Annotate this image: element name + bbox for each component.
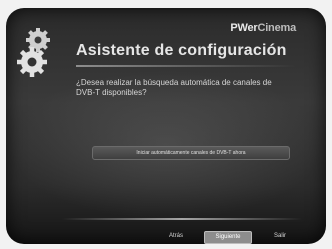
footer-divider <box>62 218 302 220</box>
back-button[interactable]: Atrás <box>156 231 196 242</box>
exit-button[interactable]: Salir <box>260 231 300 242</box>
gears-icon <box>17 28 50 77</box>
start-scan-button[interactable]: Iniciar automáticamente canales de DVB-T… <box>92 146 290 160</box>
brand-part1: PWer <box>230 22 258 34</box>
title-divider <box>76 65 296 67</box>
page-title: Asistente de configuración <box>76 42 287 59</box>
setup-wizard-screen: PWerCinema Asistente de configuración ¿D… <box>6 8 326 244</box>
brand-part2: Cinema <box>257 22 296 34</box>
scan-question-text: ¿Desea realizar la búsqueda automática d… <box>76 78 272 97</box>
brand-logo: PWerCinema <box>230 22 296 34</box>
next-button[interactable]: Siguiente <box>204 231 252 244</box>
window-frame: PWerCinema Asistente de configuración ¿D… <box>0 0 332 249</box>
